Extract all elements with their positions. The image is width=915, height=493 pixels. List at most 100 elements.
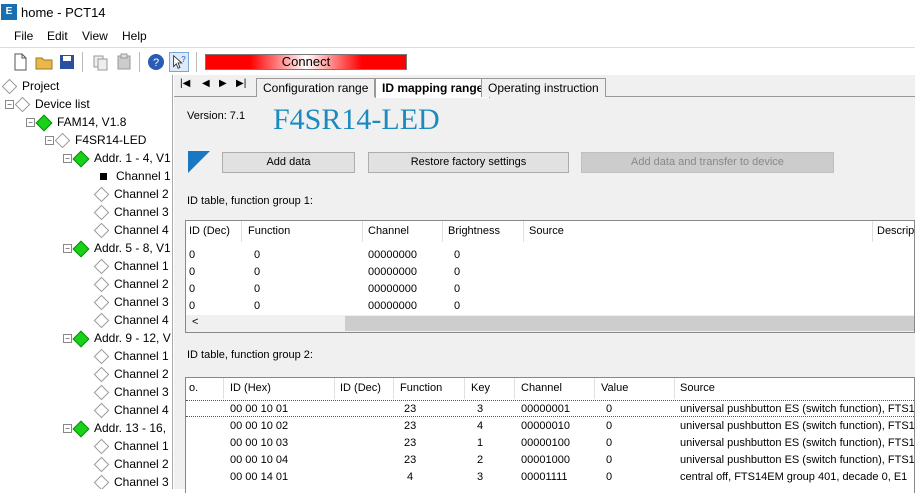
- tree-item-project[interactable]: Project: [1, 77, 59, 95]
- col-header[interactable]: o.: [189, 382, 198, 394]
- open-folder-icon[interactable]: [34, 52, 54, 72]
- tree-item-fam[interactable]: − FAM14, V1.8: [26, 113, 126, 132]
- toolbar: ? ? Connect: [0, 47, 915, 75]
- copy-icon[interactable]: [90, 52, 110, 72]
- col-header[interactable]: ID (Dec): [340, 382, 381, 394]
- tree-item-channel[interactable]: Channel 2: [93, 455, 169, 473]
- tree-item-device-list[interactable]: − Device list: [5, 95, 90, 113]
- restore-factory-button[interactable]: Restore factory settings: [368, 152, 569, 173]
- col-header[interactable]: Function: [248, 225, 290, 237]
- collapse-icon[interactable]: −: [63, 154, 72, 164]
- col-header[interactable]: ID (Hex): [230, 382, 271, 394]
- diamond-icon: [93, 349, 110, 365]
- tree-item-channel[interactable]: Channel 4: [93, 401, 169, 419]
- col-header[interactable]: ID (Dec): [189, 225, 230, 237]
- connect-button[interactable]: Connect: [205, 54, 407, 70]
- collapse-icon[interactable]: −: [26, 118, 35, 128]
- collapse-icon[interactable]: −: [63, 334, 72, 344]
- selected-square-icon: [100, 173, 107, 181]
- col-header[interactable]: Source: [529, 225, 564, 237]
- tree-item-channel[interactable]: Channel 3: [93, 293, 169, 311]
- table-row[interactable]: 00 00 10 01 23 3 00000001 0 universal pushbut…: [186, 400, 914, 417]
- green-diamond-icon: [72, 420, 90, 438]
- tree-item-group[interactable]: − Addr. 13 - 16,: [63, 419, 166, 438]
- col-header[interactable]: Brightness: [448, 225, 500, 237]
- help-icon[interactable]: ?: [146, 52, 166, 72]
- diamond-icon: [93, 313, 110, 329]
- tree-item-channel[interactable]: Channel 2: [93, 185, 169, 203]
- table-row[interactable]: 00 00 14 01 4 3 00001111 0 central off, FTS14…: [186, 469, 914, 486]
- col-header[interactable]: Function: [400, 382, 442, 394]
- table-row[interactable]: 00 00 10 04 23 2 00001000 0 universal pushbut…: [186, 452, 914, 469]
- svg-text:?: ?: [181, 55, 186, 64]
- green-diamond-icon: [72, 330, 90, 348]
- horizontal-scrollbar[interactable]: <: [186, 315, 914, 332]
- table-row[interactable]: 0 0 00000000 0: [186, 298, 914, 315]
- first-tab-icon[interactable]: |◀: [180, 78, 190, 89]
- col-header[interactable]: Value: [601, 382, 628, 394]
- collapse-icon[interactable]: −: [63, 424, 72, 434]
- tree-item-channel[interactable]: Channel 1: [93, 347, 169, 365]
- col-header[interactable]: Channel: [521, 382, 562, 394]
- col-header[interactable]: Channel: [368, 225, 409, 237]
- collapse-icon[interactable]: −: [5, 100, 14, 110]
- collapse-icon[interactable]: −: [63, 244, 72, 254]
- tree-item-device[interactable]: − F4SR14-LED: [45, 131, 146, 149]
- tree-item-group[interactable]: − Addr. 9 - 12, V: [63, 329, 171, 348]
- id-table-group1[interactable]: ID (Dec) Function Channel Brightness Sou…: [185, 220, 915, 333]
- menu-view[interactable]: View: [82, 29, 108, 43]
- tab-operating-instruction[interactable]: Operating instruction: [481, 78, 606, 97]
- scroll-left-icon[interactable]: <: [192, 316, 198, 328]
- tree-item-channel[interactable]: Channel 4: [93, 221, 169, 239]
- context-help-icon[interactable]: ?: [169, 52, 189, 72]
- new-file-icon[interactable]: [10, 52, 30, 72]
- table-row[interactable]: 0 0 00000000 0: [186, 264, 914, 281]
- diamond-icon: [93, 457, 110, 473]
- tree-item-channel[interactable]: Channel 3: [93, 383, 169, 401]
- next-tab-icon[interactable]: ▶: [219, 78, 227, 89]
- diamond-icon: [93, 205, 110, 221]
- diamond-icon: [93, 295, 110, 311]
- table-row[interactable]: 00 00 10 02 23 4 00000010 0 universal pushbut…: [186, 418, 914, 435]
- tab-id-mapping-range[interactable]: ID mapping range: [375, 78, 491, 98]
- col-header[interactable]: Descript: [877, 225, 914, 237]
- diamond-icon: [93, 187, 110, 203]
- table1-caption: ID table, function group 1:: [187, 195, 313, 207]
- menu-file[interactable]: File: [14, 29, 33, 43]
- scrollbar-thumb[interactable]: [345, 316, 914, 331]
- collapse-icon[interactable]: −: [45, 136, 54, 146]
- col-header[interactable]: Source: [680, 382, 715, 394]
- table-row[interactable]: 0 0 00000000 0: [186, 247, 914, 264]
- tab-strip: |◀ ◀ ▶ ▶| Configuration range ID mapping…: [174, 75, 915, 98]
- paste-icon[interactable]: [114, 52, 134, 72]
- id-table-group2[interactable]: o. ID (Hex) ID (Dec) Function Key Channe…: [185, 377, 915, 493]
- tree-item-channel[interactable]: Channel 1: [93, 257, 169, 275]
- menu-edit[interactable]: Edit: [47, 29, 68, 43]
- tree-item-channel[interactable]: Channel 4: [93, 311, 169, 329]
- table-header: o. ID (Hex) ID (Dec) Function Key Channe…: [186, 378, 914, 399]
- tree-item-channel[interactable]: Channel 1: [98, 167, 171, 185]
- tree-item-channel[interactable]: Channel 3: [93, 473, 169, 489]
- diamond-icon: [93, 277, 110, 293]
- save-icon[interactable]: [57, 52, 77, 72]
- diamond-icon: [93, 385, 110, 401]
- diamond-icon: [93, 439, 110, 455]
- add-transfer-button[interactable]: Add data and transfer to device: [581, 152, 834, 173]
- prev-tab-icon[interactable]: ◀: [202, 78, 210, 89]
- menu-help[interactable]: Help: [122, 29, 147, 43]
- tree-item-group[interactable]: − Addr. 1 - 4, V1: [63, 149, 171, 168]
- add-data-button[interactable]: Add data: [222, 152, 355, 173]
- tree-item-channel[interactable]: Channel 3: [93, 203, 169, 221]
- tree-item-channel[interactable]: Channel 2: [93, 365, 169, 383]
- col-header[interactable]: Key: [471, 382, 490, 394]
- tree-item-group[interactable]: − Addr. 5 - 8, V1: [63, 239, 171, 258]
- tab-configuration-range[interactable]: Configuration range: [256, 78, 376, 97]
- tree-item-channel[interactable]: Channel 1: [93, 437, 169, 455]
- tree-item-channel[interactable]: Channel 2: [93, 275, 169, 293]
- green-diamond-icon: [35, 114, 53, 132]
- table-row[interactable]: 00 00 10 03 23 1 00000100 0 universal pushbut…: [186, 435, 914, 452]
- diamond-icon: [93, 403, 110, 419]
- table-row[interactable]: 0 0 00000000 0: [186, 281, 914, 298]
- last-tab-icon[interactable]: ▶|: [236, 78, 246, 89]
- green-diamond-icon: [72, 150, 90, 168]
